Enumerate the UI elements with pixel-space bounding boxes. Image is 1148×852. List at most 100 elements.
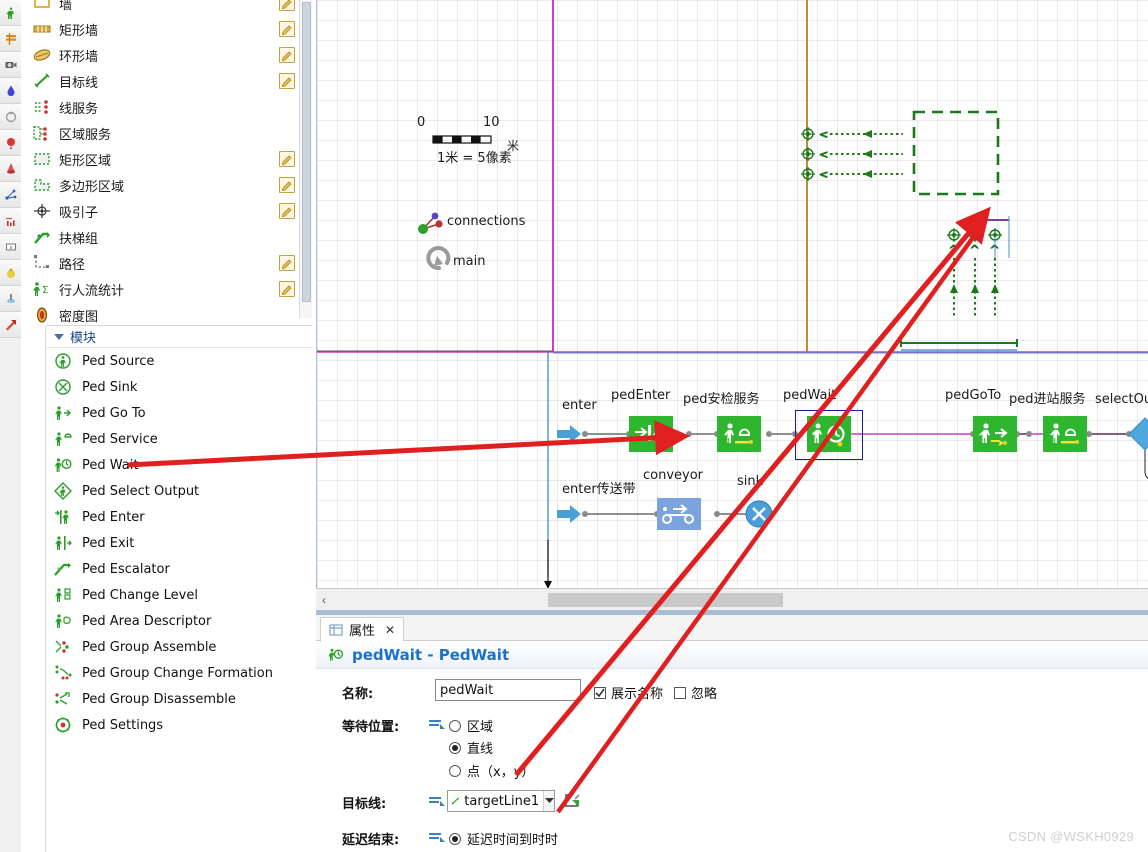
module-item-ped-select-output[interactable]: Ped Select Output: [46, 478, 312, 504]
edit-pencil-icon[interactable]: [279, 255, 295, 271]
chevron-down-icon[interactable]: [543, 791, 554, 811]
delay-end-dynamic-icon[interactable]: [427, 829, 447, 852]
wait-position-option-point[interactable]: 点（x，y）: [449, 761, 534, 780]
palette-item-3[interactable]: 目标线: [21, 68, 312, 94]
source-arrow-enter-conveyor[interactable]: [557, 504, 583, 524]
module-item-ped-group-change-formation[interactable]: Ped Group Change Formation: [46, 660, 312, 686]
toolbar-button-flow-tool[interactable]: [0, 130, 21, 156]
module-item-ped-enter[interactable]: Ped Enter: [46, 504, 312, 530]
toolbar-button-yellow-object-tool[interactable]: [0, 260, 21, 286]
module-item-ped-source[interactable]: Ped Source: [46, 348, 312, 374]
edit-pencil-icon[interactable]: [279, 0, 295, 11]
delay-end-option[interactable]: 延迟时间到时时: [449, 829, 558, 848]
palette-item-1[interactable]: 矩形墙: [21, 16, 312, 42]
module-item-ped-sink[interactable]: Ped Sink: [46, 374, 312, 400]
edit-pencil-icon[interactable]: [279, 73, 295, 89]
toolbar-button-wall-tool[interactable]: [0, 26, 21, 52]
modules-group-header[interactable]: 模块: [46, 326, 312, 348]
block-pedGoTo[interactable]: [973, 416, 1017, 452]
palette-item-6[interactable]: 矩形区域: [21, 146, 312, 172]
model-canvas[interactable]: < < < ^ ^ 0 10 米 1米 = 5像素 connections ma…: [316, 0, 1148, 588]
module-item-ped-group-assemble[interactable]: Ped Group Assemble: [46, 634, 312, 660]
toolbar-button-service-tool[interactable]: [0, 104, 21, 130]
module-item-ped-change-level[interactable]: Ped Change Level: [46, 582, 312, 608]
edit-pencil-icon[interactable]: [279, 47, 295, 63]
palette-item-9[interactable]: 扶梯组: [21, 224, 312, 250]
palette-item-11[interactable]: Σ 行人流统计: [21, 276, 312, 302]
block-conveyor[interactable]: [657, 498, 701, 530]
ped-escalator-icon: [54, 563, 71, 576]
toolbar-button-network-tool[interactable]: [0, 182, 21, 208]
toolbar-button-blue-object-tool[interactable]: [0, 286, 21, 312]
palette-item-0[interactable]: 墙: [21, 0, 312, 16]
rect-wall-icon: [31, 20, 53, 38]
module-item-ped-service[interactable]: Ped Service: [46, 426, 312, 452]
camera-icon: [5, 61, 16, 68]
block-ped-security-service[interactable]: [717, 416, 761, 452]
palette-scrollbar-thumb[interactable]: [302, 2, 311, 302]
toolbar-button-camera-tool[interactable]: [0, 52, 21, 78]
name-input[interactable]: [435, 679, 581, 701]
toolbar-button-attractor-tool[interactable]: [0, 78, 21, 104]
canvas-horizontal-scrollbar[interactable]: ‹: [316, 588, 1148, 610]
show-name-checkbox[interactable]: [594, 686, 606, 699]
wait-position-option-line[interactable]: 直线: [449, 738, 493, 757]
canvas-scrollbar-thumb[interactable]: [548, 593, 783, 607]
target-line-combobox[interactable]: targetLine1: [447, 790, 555, 812]
edit-pencil-icon[interactable]: [279, 177, 295, 193]
wait-position-option-area[interactable]: 区域: [449, 716, 493, 735]
palette-item-10[interactable]: 路径: [21, 250, 312, 276]
svg-text:<: <: [819, 168, 828, 181]
toolbar-button-chart-tool[interactable]: [0, 208, 21, 234]
module-item-ped-area-descriptor[interactable]: Ped Area Descriptor: [46, 608, 312, 634]
radio-delay-time[interactable]: [449, 832, 461, 845]
palette-item-8[interactable]: 吸引子: [21, 198, 312, 224]
edit-pencil-icon[interactable]: [279, 203, 295, 219]
svg-text:x: x: [9, 245, 12, 251]
block-pedWait[interactable]: [807, 416, 851, 452]
scroll-left-arrow-icon[interactable]: ‹: [316, 589, 332, 610]
wall-icon: [31, 0, 53, 12]
toolbar-button-ped-tool[interactable]: [0, 0, 21, 26]
radio-area[interactable]: [449, 719, 461, 732]
ped-group-change-formation-icon: [55, 665, 72, 680]
svg-text:^: ^: [970, 243, 979, 256]
target-line-jump-to-button[interactable]: [563, 791, 581, 814]
ignore-checkbox-row[interactable]: 忽略: [674, 683, 717, 702]
module-item-ped-group-disassemble[interactable]: Ped Group Disassemble: [46, 686, 312, 712]
module-item-ped-escalator[interactable]: Ped Escalator: [46, 556, 312, 582]
module-item-ped-settings[interactable]: Ped Settings: [46, 712, 312, 738]
module-item-ped-exit[interactable]: Ped Exit: [46, 530, 312, 556]
palette-item-7[interactable]: 多边形区域: [21, 172, 312, 198]
wait-position-label: 等待位置:: [342, 720, 400, 735]
red-balloon-icon: [6, 137, 15, 149]
target-line-dynamic-icon[interactable]: [427, 793, 447, 816]
radio-line[interactable]: [449, 741, 461, 754]
ped-service-icon: [52, 430, 74, 448]
toolbar-button-red-arrow-tool[interactable]: [0, 312, 21, 338]
palette-item-5[interactable]: 区域服务: [21, 120, 312, 146]
toolbar-button-density-tool[interactable]: [0, 156, 21, 182]
palette-item-4[interactable]: 线服务: [21, 94, 312, 120]
modules-group-title: 模块: [70, 331, 97, 346]
flow-label-conveyor: conveyor: [643, 468, 704, 483]
palette-item-2[interactable]: 环形墙: [21, 42, 312, 68]
edit-pencil-icon[interactable]: [279, 21, 295, 37]
block-pedEnter[interactable]: [629, 416, 673, 452]
palette-item-label: 矩形墙: [59, 23, 99, 39]
edit-pencil-icon[interactable]: [279, 281, 295, 297]
tab-properties[interactable]: 属性 ✕: [320, 617, 405, 642]
ignore-checkbox[interactable]: [674, 686, 686, 699]
module-item-ped-go-to[interactable]: Ped Go To: [46, 400, 312, 426]
close-icon[interactable]: ✕: [385, 623, 395, 637]
block-ped-station-service[interactable]: [1043, 416, 1087, 452]
radio-point-label: 点（x，y）: [467, 765, 535, 780]
wait-position-dynamic-icon[interactable]: [427, 716, 447, 739]
source-arrow-enter[interactable]: [557, 424, 583, 444]
module-item-ped-wait[interactable]: Ped Wait: [46, 452, 312, 478]
show-name-checkbox-row[interactable]: 展示名称: [594, 683, 663, 702]
edit-pencil-icon[interactable]: [279, 151, 295, 167]
radio-point[interactable]: [449, 764, 461, 777]
toolbar-button-textbox-tool[interactable]: x: [0, 234, 21, 260]
palette-scrollbar[interactable]: [299, 0, 312, 318]
